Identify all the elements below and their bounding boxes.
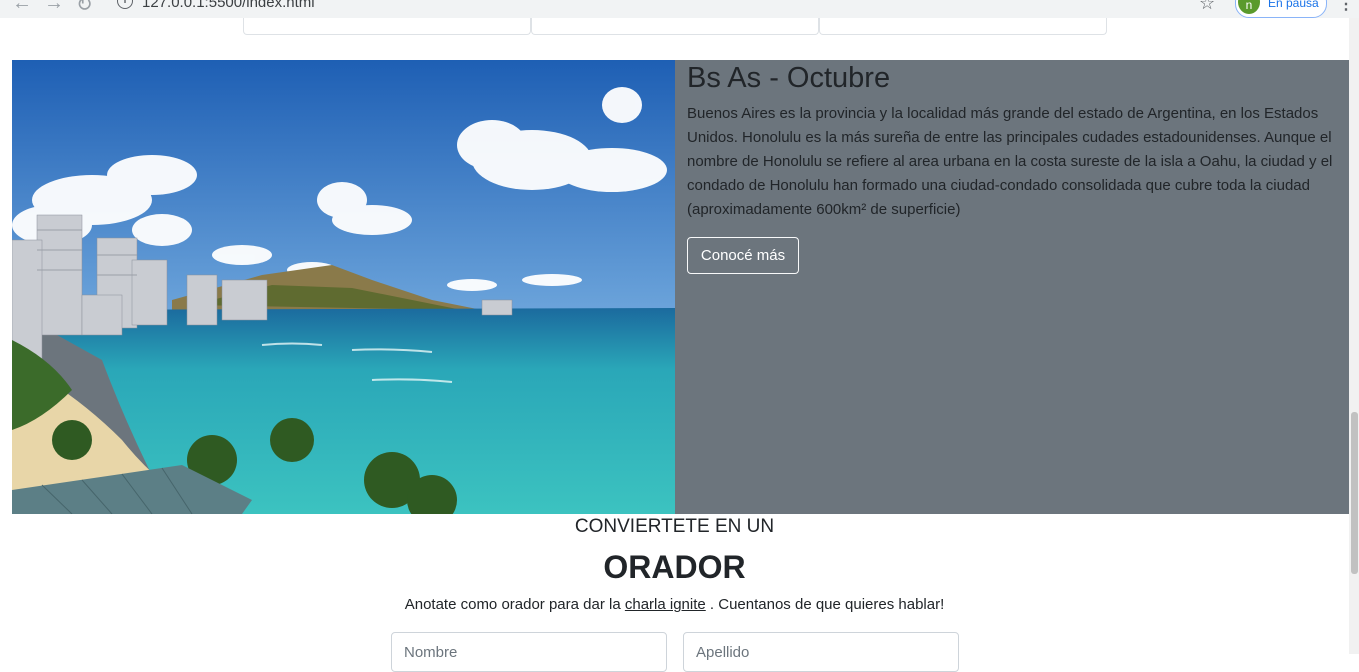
orador-title: ORADOR [603, 549, 746, 585]
orador-text-after: . Cuentanos de que quieres hablar! [709, 596, 945, 613]
orador-description: Anotate como orador para dar la charla i… [0, 594, 1349, 616]
forward-icon[interactable]: → [44, 0, 64, 15]
scrollbar-thumb[interactable] [1351, 412, 1358, 574]
charla-ignite-link[interactable]: charla ignite [625, 596, 706, 613]
nombre-input[interactable] [391, 632, 667, 672]
apellido-input[interactable] [683, 632, 959, 672]
orador-pretitle: CONVIERTETE EN UN [574, 516, 775, 537]
card-bottom [243, 18, 531, 35]
conoce-mas-button[interactable]: Conocé más [687, 237, 799, 274]
profile-status: En pausa [1268, 0, 1319, 10]
beach-illustration [12, 60, 675, 514]
browser-toolbar: ← → ↻ i 127.0.0.1:5500/index.html ☆ n En… [0, 0, 1359, 18]
hero-description: Buenos Aires es la provincia y la locali… [687, 105, 1333, 218]
card-bottom [531, 18, 819, 35]
url-text[interactable]: 127.0.0.1:5500/index.html [142, 0, 315, 11]
reload-icon[interactable]: ↻ [76, 0, 93, 17]
bookmark-star-icon[interactable]: ☆ [1199, 0, 1215, 14]
hero-section: Bs As - Octubre Buenos Aires es la provi… [12, 60, 1349, 514]
orador-text-before: Anotate como orador para dar la [404, 596, 621, 613]
card-bottom [819, 18, 1107, 35]
honolulu-beach-image [12, 60, 675, 514]
hero-title: Bs As - Octubre [687, 62, 891, 94]
back-icon[interactable]: ← [12, 0, 32, 15]
menu-kebab-icon[interactable]: ⋮ [1338, 0, 1354, 14]
